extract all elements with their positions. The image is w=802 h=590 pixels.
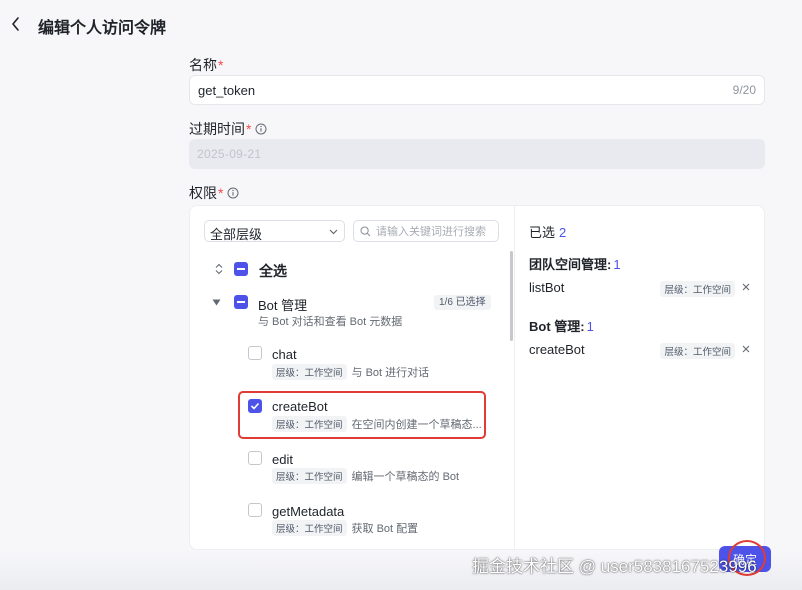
permission-name: edit xyxy=(272,452,293,467)
name-label: 名称 * xyxy=(189,55,223,75)
selected-item-name: listBot xyxy=(529,280,565,295)
level-select[interactable]: 全部层级 xyxy=(204,220,345,242)
page-title: 编辑个人访问令牌 xyxy=(38,20,167,37)
search-input[interactable] xyxy=(374,223,498,241)
permission-name: chat xyxy=(272,347,297,362)
level-tag: 层级：工作空间 xyxy=(660,281,735,297)
permission-checkbox-createbot[interactable] xyxy=(248,399,262,413)
list-scrollbar[interactable] xyxy=(510,251,513,341)
permission-description: 获取 Bot 配置 xyxy=(351,523,419,535)
select-all-checkbox[interactable] xyxy=(234,262,248,276)
level-tag: 层级：工作空间 xyxy=(272,416,347,432)
group-checkbox[interactable] xyxy=(234,295,248,309)
name-label-text: 名称 xyxy=(189,57,217,73)
permission-checkbox-edit[interactable] xyxy=(248,451,262,465)
permission-name: getMetadata xyxy=(272,504,345,519)
selected-title: 已选 xyxy=(529,225,556,240)
permission-meta: 层级：工作空间 在空间内创建一个草稿态... xyxy=(272,416,482,432)
name-input[interactable]: get_token 9/20 xyxy=(189,75,765,105)
selected-group-count: 1 xyxy=(613,257,621,272)
group-description: 与 Bot 对话和查看 Bot 元数据 xyxy=(258,316,403,328)
page-header: 编辑个人访问令牌 xyxy=(0,0,802,48)
check-icon xyxy=(250,402,260,410)
selected-column: 已选 2 团队空间管理: 1 listBot 层级：工作空间 Bot 管理: 1 cr… xyxy=(515,206,764,549)
selected-item: listBot 层级：工作空间 xyxy=(529,279,751,297)
required-mark: * xyxy=(218,185,224,201)
info-icon[interactable] xyxy=(255,123,267,135)
info-icon[interactable] xyxy=(227,187,239,199)
name-char-count: 9/20 xyxy=(732,83,756,97)
permission-checkbox-getmetadata[interactable] xyxy=(248,503,262,517)
expiry-label: 过期时间 * xyxy=(189,119,267,139)
permission-list-column: 全部层级 全选 Bot 管理 1/6 已选择 与 Bot 对话和查看 Bot 元… xyxy=(190,206,514,549)
selected-item: createBot 层级：工作空间 xyxy=(529,341,751,359)
level-tag: 层级：工作空间 xyxy=(660,343,735,359)
selected-header: 已选 2 xyxy=(529,222,566,241)
permission-label-text: 权限 xyxy=(189,185,217,201)
permission-name: createBot xyxy=(272,399,328,414)
permission-description: 在空间内创建一个草稿态... xyxy=(351,419,482,431)
close-icon[interactable] xyxy=(741,344,751,354)
select-all-label: 全选 xyxy=(259,263,287,279)
name-input-value[interactable]: get_token xyxy=(198,83,255,98)
back-arrow-icon[interactable] xyxy=(8,14,24,34)
selected-group-name: 团队空间管理: xyxy=(529,257,612,272)
caret-down-icon[interactable] xyxy=(212,299,221,306)
required-mark: * xyxy=(246,121,252,137)
selected-group-title: 团队空间管理: 1 xyxy=(529,254,621,273)
search-box[interactable] xyxy=(353,220,499,242)
close-icon[interactable] xyxy=(741,282,751,292)
permission-meta: 层级：工作空间 与 Bot 进行对话 xyxy=(272,364,429,380)
permission-label: 权限 * xyxy=(189,183,239,203)
permission-description: 编辑一个草稿态的 Bot xyxy=(351,471,460,483)
level-tag: 层级：工作空间 xyxy=(272,364,347,380)
permission-meta: 层级：工作空间 编辑一个草稿态的 Bot xyxy=(272,468,459,484)
search-icon xyxy=(360,226,371,237)
permission-checkbox-chat[interactable] xyxy=(248,346,262,360)
selected-group-title: Bot 管理: 1 xyxy=(529,316,594,335)
permission-description: 与 Bot 进行对话 xyxy=(351,367,430,379)
permission-meta: 层级：工作空间 获取 Bot 配置 xyxy=(272,520,418,536)
expand-collapse-icon[interactable] xyxy=(214,263,224,275)
expiry-label-text: 过期时间 xyxy=(189,121,245,137)
level-tag: 层级：工作空间 xyxy=(272,468,347,484)
watermark: 掘金技术社区 @ user5838167523996 xyxy=(472,557,757,576)
permission-panel: 全部层级 全选 Bot 管理 1/6 已选择 与 Bot 对话和查看 Bot 元… xyxy=(189,205,765,550)
group-selected-badge: 1/6 已选择 xyxy=(434,295,491,310)
expiry-date-input: 2025-09-21 xyxy=(189,139,765,169)
required-mark: * xyxy=(218,57,224,73)
selected-group-name: Bot 管理: xyxy=(529,319,585,334)
selected-item-name: createBot xyxy=(529,342,585,357)
selected-count: 2 xyxy=(559,225,567,240)
level-tag: 层级：工作空间 xyxy=(272,520,347,536)
group-name: Bot 管理 xyxy=(258,298,308,313)
chevron-down-icon xyxy=(329,229,338,235)
level-select-value: 全部层级 xyxy=(210,227,263,242)
expiry-date-value: 2025-09-21 xyxy=(197,147,262,161)
selected-group-count: 1 xyxy=(586,319,594,334)
